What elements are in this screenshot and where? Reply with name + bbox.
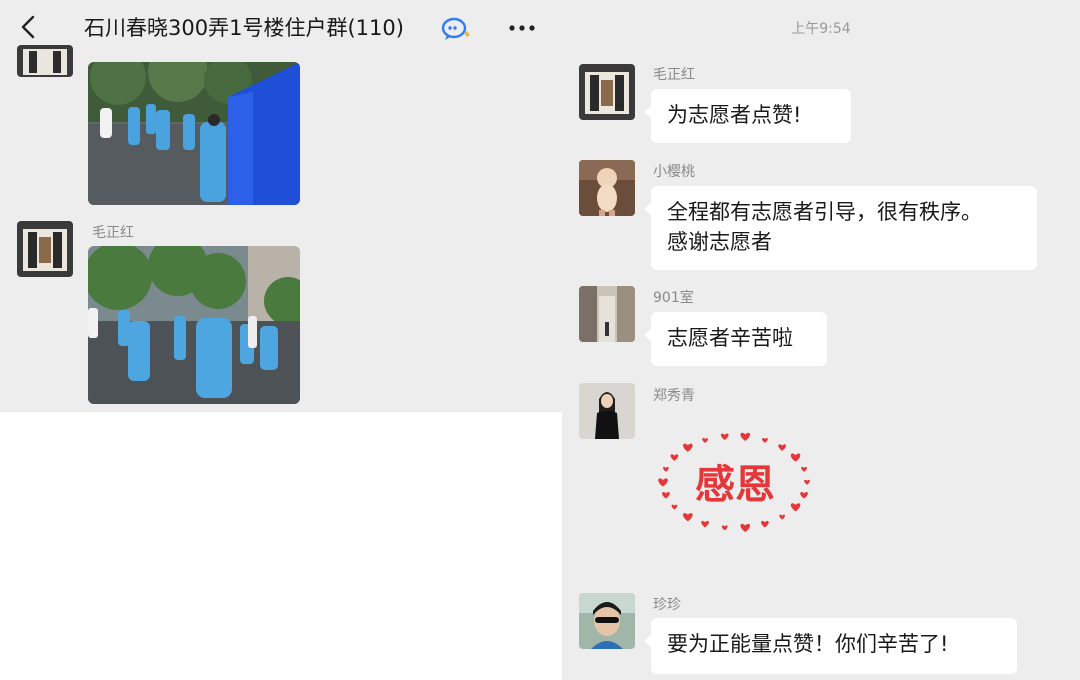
message-bubble[interactable]: 要为正能量点赞！你们辛苦了!	[644, 618, 1017, 674]
group-badge[interactable]	[440, 15, 472, 43]
message-timestamp: 上午9:54	[791, 21, 851, 37]
heart-icon	[670, 454, 679, 461]
heart-icon	[778, 444, 786, 451]
photo-volunteers-road	[88, 246, 300, 404]
back-button[interactable]	[14, 12, 44, 42]
message-photo[interactable]	[88, 246, 300, 404]
message-text: 为志愿者点赞!	[667, 103, 802, 127]
message-text-line: 全程都有志愿者引导，很有秩序。	[667, 200, 982, 224]
sender-name: 毛正红	[92, 225, 134, 241]
heart-icon	[662, 492, 670, 499]
heart-icon	[800, 492, 808, 499]
heart-icon	[740, 523, 751, 533]
heart-icon	[801, 466, 807, 472]
left-chat-panel: 石川春晓300弄1号楼住户群(110) 毛正红	[0, 0, 562, 412]
avatar-image	[579, 593, 635, 649]
more-dots-icon	[509, 25, 535, 31]
heart-icon	[779, 514, 786, 520]
sender-name: 小樱桃	[653, 164, 695, 180]
chat-bubble-icon	[441, 17, 470, 40]
heart-icon	[790, 453, 801, 462]
avatar-image	[579, 286, 635, 342]
heart-icon	[720, 433, 729, 441]
heart-icon	[702, 437, 708, 443]
sender-name: 毛正红	[653, 67, 695, 83]
heart-icon	[671, 504, 678, 510]
heart-icon	[663, 466, 669, 472]
avatar-image	[17, 221, 73, 277]
sticker-text: 感恩	[695, 462, 775, 508]
heart-icon	[683, 443, 693, 452]
heart-icon	[790, 503, 801, 512]
heart-icon	[804, 479, 810, 485]
chat-title: 石川春晓300弄1号楼住户群(110)	[84, 16, 404, 40]
avatar-image	[579, 64, 635, 120]
more-button[interactable]	[505, 14, 539, 42]
message-text: 志愿者辛苦啦	[667, 326, 793, 350]
sender-name: 珍珍	[653, 597, 681, 613]
photo-volunteers-tent	[88, 62, 300, 205]
heart-icon	[762, 437, 768, 443]
avatar-image	[579, 383, 635, 439]
avatar[interactable]	[17, 45, 73, 77]
heart-icon	[721, 525, 728, 531]
chevron-left-icon	[21, 15, 35, 39]
avatar[interactable]	[17, 221, 73, 277]
right-chat-panel: 上午9:54 毛正红 为志愿者点赞! 小樱桃 全程都有志愿者引导，很有秩序。 感…	[562, 0, 1080, 680]
avatar[interactable]	[579, 593, 635, 649]
avatar[interactable]	[579, 64, 635, 120]
message-bubble[interactable]: 志愿者辛苦啦	[644, 312, 827, 366]
avatar-image	[17, 45, 73, 77]
message-text-line: 感谢志愿者	[667, 230, 772, 254]
avatar[interactable]	[579, 286, 635, 342]
heart-icon	[683, 513, 693, 522]
heart-icon	[701, 520, 709, 528]
avatar[interactable]	[579, 160, 635, 216]
sender-name: 郑秀青	[653, 388, 695, 404]
heart-icon	[761, 520, 769, 528]
avatar[interactable]	[579, 383, 635, 439]
avatar-image	[579, 160, 635, 216]
message-bubble[interactable]: 为志愿者点赞!	[644, 89, 851, 143]
message-photo[interactable]	[88, 62, 300, 205]
heart-sticker-image: 感恩	[658, 432, 810, 533]
sender-name: 901室	[653, 290, 694, 306]
heart-icon	[658, 478, 668, 487]
heart-icon	[740, 432, 751, 441]
sticker[interactable]: 感恩	[650, 420, 820, 540]
message-text: 要为正能量点赞！你们辛苦了!	[667, 632, 949, 656]
message-bubble[interactable]: 全程都有志愿者引导，很有秩序。 感谢志愿者	[644, 186, 1037, 270]
